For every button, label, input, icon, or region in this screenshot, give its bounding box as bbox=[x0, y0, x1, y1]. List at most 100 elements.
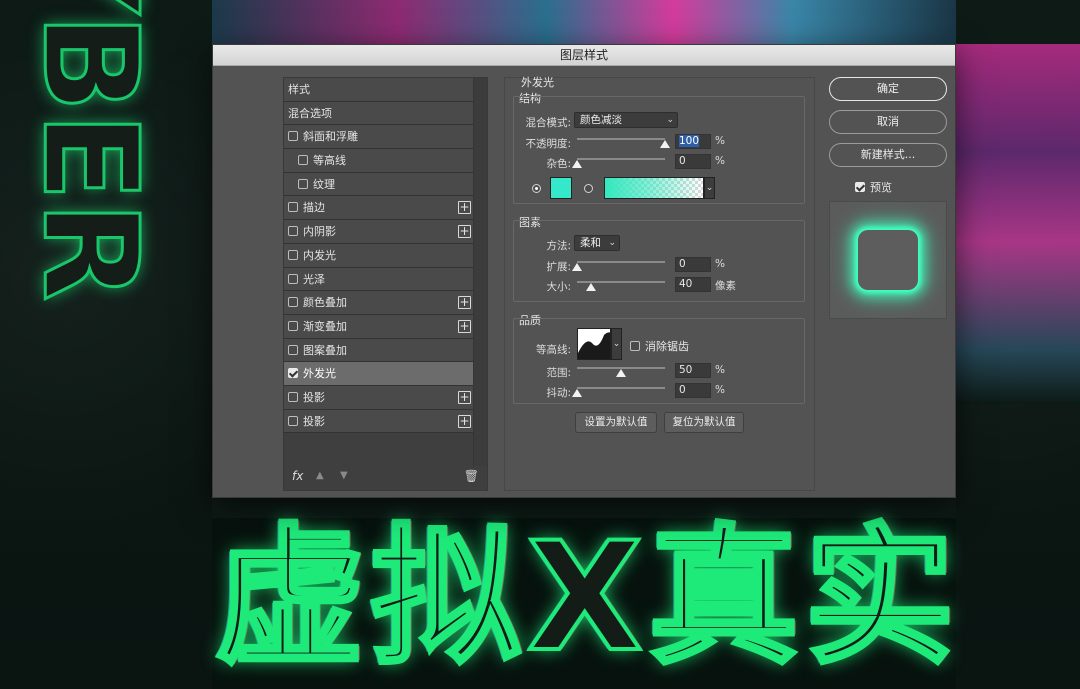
chevron-down-icon: ⌄ bbox=[666, 115, 674, 125]
style-item[interactable]: 内阴影 + bbox=[284, 220, 475, 244]
style-item-label: 混合选项 bbox=[288, 106, 332, 120]
style-item-checkbox[interactable] bbox=[288, 273, 298, 284]
style-item[interactable]: 内发光 bbox=[284, 243, 475, 268]
style-item-label: 光泽 bbox=[303, 272, 325, 286]
add-effect-plus-icon[interactable]: + bbox=[458, 296, 471, 310]
add-effect-plus-icon[interactable]: + bbox=[458, 319, 471, 333]
opacity-slider-track[interactable] bbox=[577, 138, 665, 140]
style-item-checkbox[interactable] bbox=[288, 320, 298, 331]
blend-mode-label: 混合模式: bbox=[525, 117, 571, 129]
style-item[interactable]: 投影 + bbox=[284, 385, 475, 410]
glow-color-swatch[interactable] bbox=[550, 177, 572, 199]
style-item-checkbox[interactable] bbox=[288, 391, 298, 402]
style-item-checkbox[interactable] bbox=[288, 344, 298, 355]
spread-slider-thumb[interactable] bbox=[572, 263, 582, 271]
styles-list-footer: fx ▲ ▼ 🗑 bbox=[284, 464, 487, 490]
styles-list-scrollbar[interactable] bbox=[473, 78, 487, 466]
style-preview-thumbnail bbox=[858, 230, 918, 290]
style-item[interactable]: 外发光 bbox=[284, 362, 475, 386]
noise-slider-track[interactable] bbox=[577, 158, 665, 160]
background-city-image bbox=[212, 0, 956, 44]
style-item-label: 颜色叠加 bbox=[303, 296, 347, 310]
style-item-label: 内发光 bbox=[303, 248, 336, 262]
style-item-checkbox[interactable] bbox=[288, 415, 298, 426]
style-item-label: 投影 bbox=[303, 390, 325, 404]
style-item-checkbox[interactable] bbox=[298, 178, 308, 189]
jitter-input[interactable]: 0 bbox=[675, 383, 711, 398]
size-slider-thumb[interactable] bbox=[586, 283, 597, 291]
trash-icon[interactable]: 🗑 bbox=[464, 469, 479, 483]
style-item[interactable]: 样式 bbox=[284, 78, 475, 102]
style-item[interactable]: 纹理 bbox=[284, 172, 475, 197]
move-down-icon[interactable]: ▼ bbox=[340, 470, 348, 481]
preview-toggle[interactable]: 预览 bbox=[855, 179, 892, 195]
add-effect-plus-icon[interactable]: + bbox=[458, 414, 471, 428]
preview-label: 预览 bbox=[870, 181, 892, 194]
style-item[interactable]: 等高线 bbox=[284, 149, 475, 173]
noise-slider-thumb[interactable] bbox=[572, 160, 582, 168]
noise-input[interactable]: 0 bbox=[675, 154, 711, 169]
style-item-label: 描边 bbox=[303, 201, 325, 215]
jitter-slider-thumb[interactable] bbox=[572, 389, 582, 397]
new-style-button[interactable]: 新建样式... bbox=[829, 143, 947, 167]
style-item-checkbox[interactable] bbox=[288, 226, 298, 237]
jitter-slider-track[interactable] bbox=[577, 387, 665, 389]
gradient-radio[interactable] bbox=[584, 184, 593, 193]
style-item-label: 纹理 bbox=[313, 177, 335, 191]
style-item[interactable]: 颜色叠加 + bbox=[284, 291, 475, 315]
add-effect-plus-icon[interactable]: + bbox=[458, 225, 471, 239]
technique-select[interactable]: 柔和 ⌄ bbox=[574, 235, 620, 251]
blend-mode-value: 颜色减淡 bbox=[580, 114, 622, 126]
range-slider-thumb[interactable] bbox=[616, 369, 626, 377]
gradient-chevron-icon[interactable]: ⌄ bbox=[704, 177, 715, 199]
add-effect-plus-icon[interactable]: + bbox=[458, 390, 471, 404]
style-item-label: 内阴影 bbox=[303, 225, 336, 239]
spread-label: 扩展: bbox=[546, 261, 571, 273]
style-item[interactable]: 光泽 bbox=[284, 267, 475, 292]
antialias-checkbox-box[interactable] bbox=[630, 341, 640, 351]
headline-text: 虚拟X真实 bbox=[213, 509, 961, 687]
contour-preview[interactable] bbox=[577, 328, 611, 360]
style-item-checkbox[interactable] bbox=[288, 202, 298, 213]
opacity-input[interactable]: 100 bbox=[675, 134, 711, 149]
contour-chevron-icon[interactable]: ⌄ bbox=[611, 328, 622, 360]
solid-color-radio[interactable] bbox=[532, 184, 541, 193]
technique-value: 柔和 bbox=[580, 237, 601, 249]
blend-mode-select[interactable]: 颜色减淡 ⌄ bbox=[574, 112, 678, 128]
style-item[interactable]: 斜面和浮雕 bbox=[284, 125, 475, 150]
cancel-button[interactable]: 取消 bbox=[829, 110, 947, 134]
style-item-checkbox[interactable] bbox=[288, 249, 298, 260]
style-item[interactable]: 投影 + bbox=[284, 409, 475, 434]
style-item-checkbox[interactable] bbox=[288, 131, 298, 142]
style-item-label: 图案叠加 bbox=[303, 343, 347, 357]
move-up-icon[interactable]: ▲ bbox=[316, 470, 324, 481]
antialias-checkbox[interactable]: 消除锯齿 bbox=[630, 338, 689, 354]
spread-input[interactable]: 0 bbox=[675, 257, 711, 272]
ok-button[interactable]: 确定 bbox=[829, 77, 947, 101]
range-input[interactable]: 50 bbox=[675, 363, 711, 378]
style-preview bbox=[829, 201, 947, 319]
style-item-checkbox[interactable] bbox=[288, 368, 298, 379]
noise-label: 杂色: bbox=[546, 158, 571, 170]
add-effect-plus-icon[interactable]: + bbox=[458, 201, 471, 215]
style-item-checkbox[interactable] bbox=[298, 155, 308, 166]
range-label: 范围: bbox=[546, 367, 571, 379]
spread-unit: % bbox=[715, 258, 725, 270]
size-input[interactable]: 40 bbox=[675, 277, 711, 292]
reset-default-button[interactable]: 复位为默认值 bbox=[664, 412, 744, 433]
opacity-slider-thumb[interactable] bbox=[660, 140, 670, 148]
technique-label: 方法: bbox=[546, 240, 571, 252]
style-item[interactable]: 图案叠加 bbox=[284, 338, 475, 363]
spread-slider-track[interactable] bbox=[577, 261, 665, 263]
style-item[interactable]: 描边 + bbox=[284, 196, 475, 221]
opacity-unit: % bbox=[715, 135, 725, 147]
preview-checkbox[interactable] bbox=[855, 182, 865, 192]
vertical-cyber-text: CYBER bbox=[0, 0, 190, 689]
fx-icon[interactable]: fx bbox=[292, 469, 303, 483]
vertical-text-glyphs: CYBER bbox=[13, 0, 168, 303]
style-item[interactable]: 渐变叠加 + bbox=[284, 314, 475, 339]
style-item[interactable]: 混合选项 bbox=[284, 101, 475, 126]
make-default-button[interactable]: 设置为默认值 bbox=[575, 412, 657, 433]
glow-gradient-swatch[interactable] bbox=[604, 177, 704, 199]
style-item-checkbox[interactable] bbox=[288, 297, 298, 308]
